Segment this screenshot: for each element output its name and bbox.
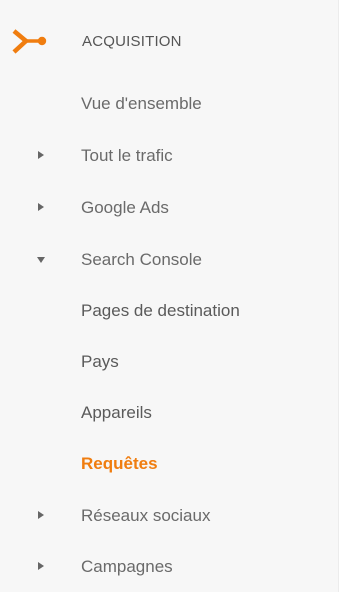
- nav-item-label: Tout le trafic: [81, 146, 173, 165]
- nav-item-tout-le-trafic[interactable]: Tout le trafic: [0, 134, 338, 178]
- nav-subitem-appareils[interactable]: Appareils: [0, 391, 338, 435]
- acquisition-section-header[interactable]: ACQUISITION: [0, 18, 338, 66]
- nav-item-reseaux-sociaux[interactable]: Réseaux sociaux: [0, 494, 338, 538]
- nav-subitem-requetes[interactable]: Requêtes: [0, 442, 338, 486]
- nav-item-label: Appareils: [81, 403, 152, 422]
- nav-item-vue-ensemble[interactable]: Vue d'ensemble: [0, 82, 338, 126]
- chevron-down-icon[interactable]: [37, 257, 45, 263]
- nav-item-label: Search Console: [81, 250, 202, 269]
- nav-item-google-ads[interactable]: Google Ads: [0, 186, 338, 230]
- chevron-right-icon[interactable]: [38, 203, 44, 211]
- section-title: ACQUISITION: [82, 33, 182, 50]
- chevron-right-icon[interactable]: [38, 511, 44, 519]
- nav-item-label-active: Requêtes: [81, 454, 158, 473]
- nav-item-label: Pays: [81, 352, 119, 371]
- nav-subitem-pages-de-destination[interactable]: Pages de destination: [0, 289, 338, 333]
- acquisition-icon: [12, 29, 47, 54]
- chevron-right-icon[interactable]: [38, 151, 44, 159]
- analytics-sidebar-nav: ACQUISITION Vue d'ensemble Tout le trafi…: [0, 0, 339, 592]
- nav-item-label: Réseaux sociaux: [81, 506, 211, 525]
- nav-item-label: Campagnes: [81, 557, 173, 576]
- nav-item-label: Pages de destination: [81, 301, 240, 320]
- nav-item-label: Vue d'ensemble: [81, 94, 202, 113]
- chevron-right-icon[interactable]: [38, 562, 44, 570]
- nav-item-campagnes[interactable]: Campagnes: [0, 545, 338, 589]
- nav-item-label: Google Ads: [81, 198, 169, 217]
- nav-item-search-console[interactable]: Search Console: [0, 238, 338, 282]
- nav-subitem-pays[interactable]: Pays: [0, 340, 338, 384]
